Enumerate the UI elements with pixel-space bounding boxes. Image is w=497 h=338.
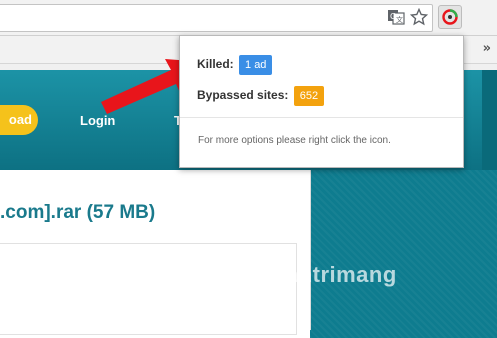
bypassed-label: Bypassed sites: xyxy=(197,88,289,103)
browser-toolbar: G 文 xyxy=(0,0,497,36)
address-bar[interactable] xyxy=(0,4,433,32)
translate-icon[interactable]: G 文 xyxy=(387,8,405,26)
watermark-text: uantrimang xyxy=(272,262,397,287)
popup-divider xyxy=(180,117,463,118)
bookmarks-overflow-chevron[interactable]: » xyxy=(483,41,492,56)
killed-row: Killed: 1 ad xyxy=(197,55,273,75)
watermark-logo-icon xyxy=(237,260,267,290)
bypassed-row: Bypassed sites: 652 xyxy=(197,86,325,106)
extension-icon[interactable] xyxy=(438,5,462,29)
download-button[interactable]: oad xyxy=(0,105,38,135)
extension-popup: Killed: 1 ad Bypassed sites: 652 For mor… xyxy=(179,35,464,168)
killed-count-badge: 1 ad xyxy=(239,55,273,75)
svg-text:文: 文 xyxy=(396,15,403,24)
sidebar-panel xyxy=(310,170,497,338)
file-title: .com].rar (57 MB) xyxy=(0,202,156,223)
nav-login-link[interactable]: Login xyxy=(80,113,115,128)
bypassed-count-badge: 652 xyxy=(293,86,325,106)
star-icon[interactable] xyxy=(409,7,429,26)
popup-note: For more options please right click the … xyxy=(198,135,391,146)
killed-label: Killed: xyxy=(197,57,234,72)
